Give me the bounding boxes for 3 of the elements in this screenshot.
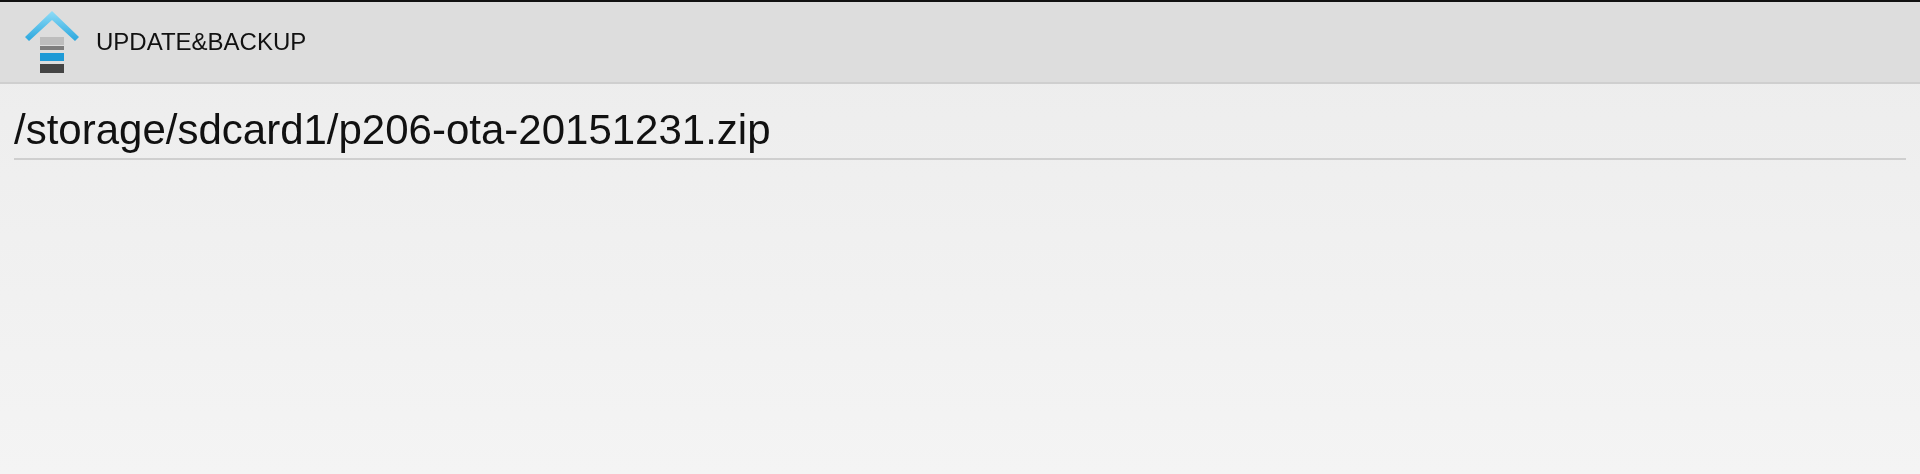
path-field[interactable]: /storage/sdcard1/p206-ota-20151231.zip bbox=[14, 106, 1906, 160]
app-title: UPDATE&BACKUP bbox=[96, 28, 307, 56]
upload-arrow-icon bbox=[24, 10, 80, 74]
